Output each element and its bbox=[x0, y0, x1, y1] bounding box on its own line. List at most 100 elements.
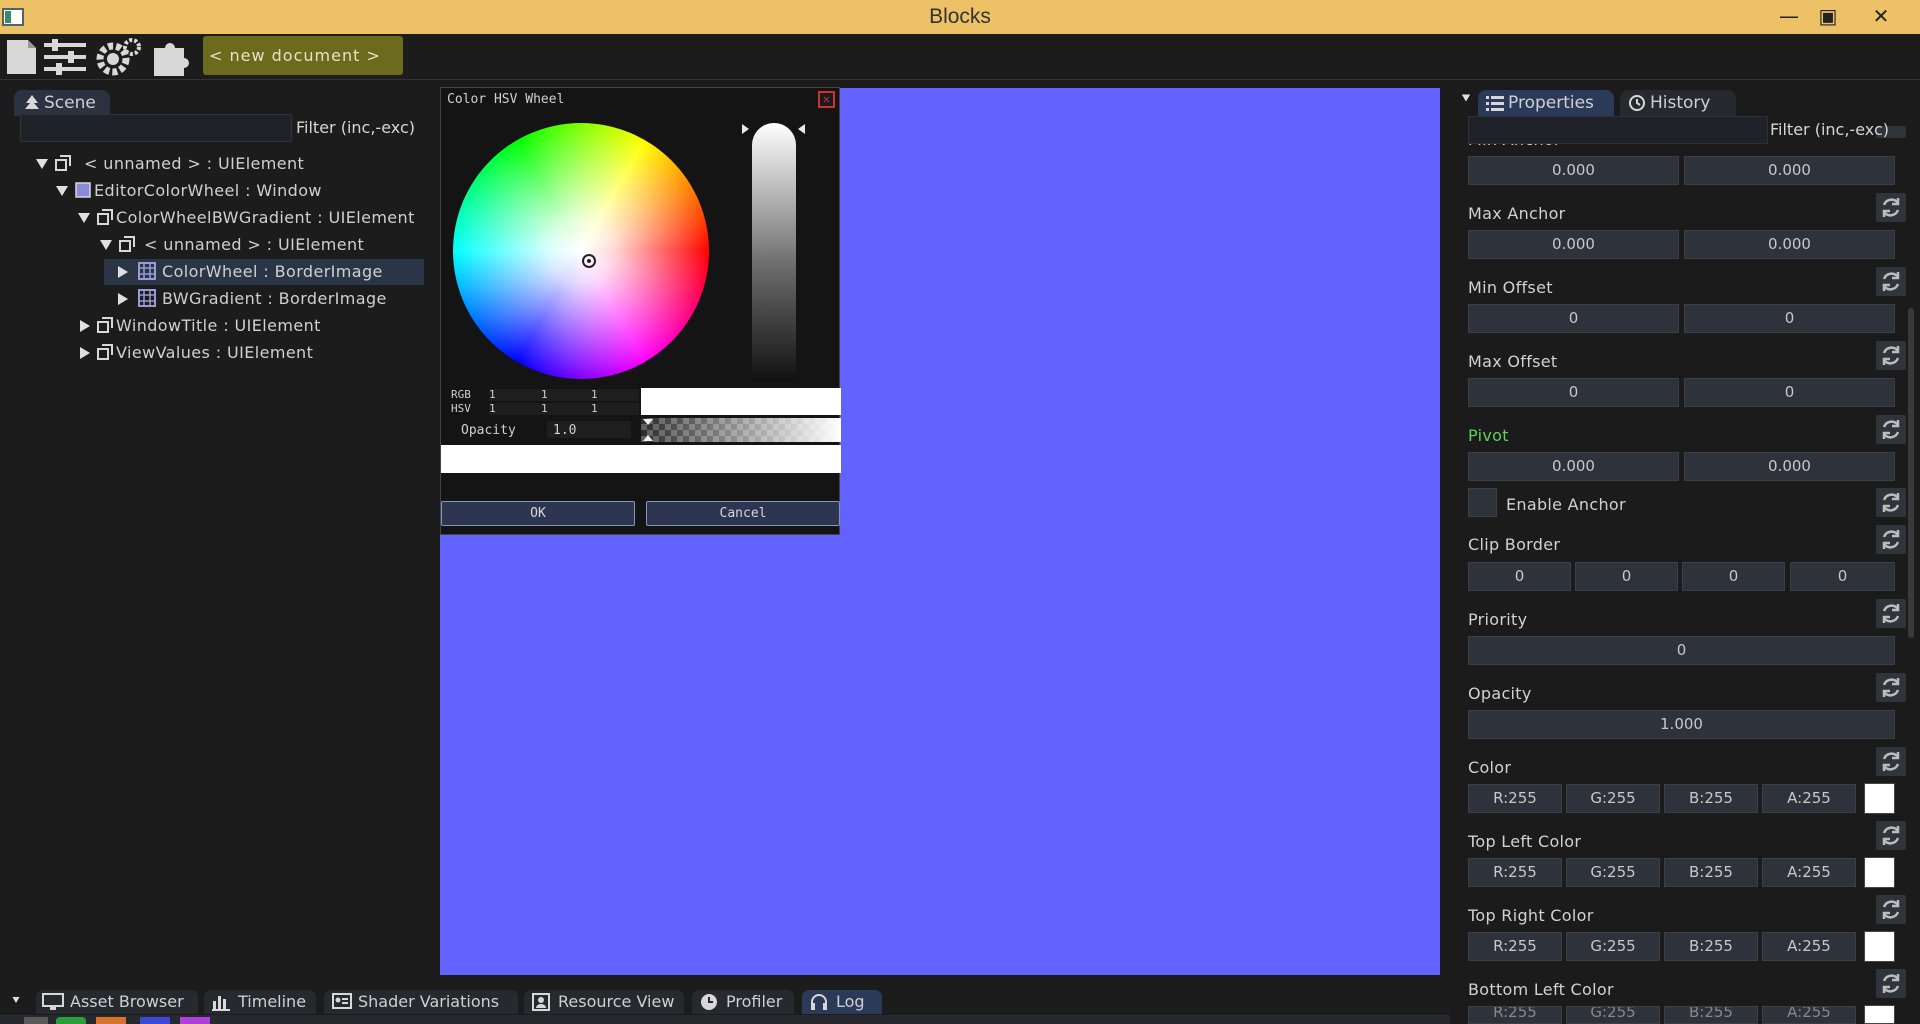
tab-scene[interactable]: Scene bbox=[14, 90, 110, 116]
refresh-icon[interactable] bbox=[1876, 969, 1906, 998]
tree-item-selected[interactable]: ColorWheel : BorderImage bbox=[104, 259, 424, 285]
rgb-r-value[interactable]: 1 bbox=[489, 388, 496, 401]
refresh-icon[interactable] bbox=[1876, 341, 1906, 370]
max-anchor-x-field[interactable]: 0.000 bbox=[1468, 230, 1679, 259]
min-offset-x-field[interactable]: 0 bbox=[1468, 304, 1679, 333]
max-anchor-y-field[interactable]: 0.000 bbox=[1684, 230, 1895, 259]
color-b-field[interactable]: B:255 bbox=[1664, 784, 1758, 813]
tree-item[interactable]: WindowTitle : UIElement bbox=[70, 313, 428, 339]
top-right-color-b-field[interactable]: B:255 bbox=[1664, 932, 1758, 961]
top-left-color-r-field[interactable]: R:255 bbox=[1468, 858, 1562, 887]
expand-arrow-icon[interactable] bbox=[78, 213, 90, 223]
scene-filter-input[interactable] bbox=[20, 114, 292, 142]
refresh-icon[interactable] bbox=[1876, 895, 1906, 924]
value-marker-right-icon[interactable] bbox=[798, 124, 805, 134]
document-button[interactable]: < new document > bbox=[203, 36, 403, 75]
min-offset-y-field[interactable]: 0 bbox=[1684, 304, 1895, 333]
priority-field[interactable]: 0 bbox=[1468, 636, 1895, 665]
tab-asset-browser[interactable]: Asset Browser bbox=[36, 990, 198, 1014]
color-a-field[interactable]: A:255 bbox=[1762, 784, 1856, 813]
debug-icon[interactable] bbox=[180, 1017, 210, 1024]
refresh-icon[interactable] bbox=[1876, 488, 1906, 517]
top-right-color-a-field[interactable]: A:255 bbox=[1762, 932, 1856, 961]
pivot-y-field[interactable]: 0.000 bbox=[1684, 452, 1895, 481]
expand-arrow-icon[interactable] bbox=[80, 320, 90, 332]
max-offset-x-field[interactable]: 0 bbox=[1468, 378, 1679, 407]
tree-item[interactable]: EditorColorWheel : Window bbox=[48, 178, 428, 204]
opacity-prop-field[interactable]: 1.000 bbox=[1468, 710, 1895, 739]
refresh-icon[interactable] bbox=[1876, 525, 1906, 554]
refresh-icon[interactable] bbox=[1876, 267, 1906, 296]
tree-item[interactable]: ViewValues : UIElement bbox=[70, 340, 428, 366]
top-left-color-swatch[interactable] bbox=[1864, 857, 1895, 888]
tab-properties[interactable]: Properties bbox=[1478, 90, 1614, 116]
bottom-left-color-swatch[interactable] bbox=[1864, 1005, 1895, 1024]
refresh-icon[interactable] bbox=[1876, 193, 1906, 222]
minimize-button[interactable]: — bbox=[1769, 0, 1809, 34]
max-offset-y-field[interactable]: 0 bbox=[1684, 378, 1895, 407]
tree-item[interactable]: ColorWheelBWGradient : UIElement bbox=[70, 205, 428, 231]
top-right-color-r-field[interactable]: R:255 bbox=[1468, 932, 1562, 961]
settings-gears-icon[interactable] bbox=[94, 36, 142, 78]
min-anchor-x-field[interactable]: 0.000 bbox=[1468, 156, 1679, 185]
top-left-color-a-field[interactable]: A:255 bbox=[1762, 858, 1856, 887]
dock-collapse-icon[interactable] bbox=[12, 997, 20, 1003]
plugin-icon[interactable] bbox=[148, 36, 196, 78]
opacity-input[interactable]: 1.0 bbox=[553, 423, 576, 438]
tab-timeline[interactable]: Timeline bbox=[204, 990, 316, 1014]
close-window-button[interactable]: ✕ bbox=[1861, 0, 1901, 34]
expand-arrow-icon[interactable] bbox=[118, 266, 128, 278]
tree-item[interactable]: BWGradient : BorderImage bbox=[104, 286, 424, 312]
clip-border-bottom-field[interactable]: 0 bbox=[1790, 562, 1895, 591]
refresh-icon[interactable] bbox=[1876, 673, 1906, 702]
clip-border-left-field[interactable]: 0 bbox=[1468, 562, 1571, 591]
sliders-icon[interactable] bbox=[42, 36, 90, 78]
ok-button[interactable]: OK bbox=[441, 501, 635, 526]
min-anchor-y-field[interactable]: 0.000 bbox=[1684, 156, 1895, 185]
properties-filter-input[interactable] bbox=[1468, 116, 1768, 144]
expand-arrow-icon[interactable] bbox=[100, 240, 112, 250]
clip-border-top-field[interactable]: 0 bbox=[1575, 562, 1678, 591]
triangle-icon[interactable] bbox=[24, 1017, 48, 1024]
wheel-cursor-icon[interactable] bbox=[582, 254, 596, 268]
close-icon[interactable]: ✕ bbox=[818, 91, 835, 108]
expand-arrow-icon[interactable] bbox=[80, 347, 90, 359]
top-right-color-swatch[interactable] bbox=[1864, 931, 1895, 962]
value-marker-left-icon[interactable] bbox=[742, 124, 749, 134]
tree-item[interactable]: < unnamed > : UIElement bbox=[28, 151, 428, 177]
tab-profiler[interactable]: Profiler bbox=[692, 990, 794, 1014]
color-swatch[interactable] bbox=[1864, 783, 1895, 814]
bottom-left-color-b-field[interactable]: B:255 bbox=[1664, 1006, 1758, 1024]
color-g-field[interactable]: G:255 bbox=[1566, 784, 1660, 813]
top-right-color-g-field[interactable]: G:255 bbox=[1566, 932, 1660, 961]
refresh-icon[interactable] bbox=[1876, 747, 1906, 776]
bottom-left-color-a-field[interactable]: A:255 bbox=[1762, 1006, 1856, 1024]
tab-log[interactable]: Log bbox=[802, 990, 882, 1014]
bottom-left-color-r-field[interactable]: R:255 bbox=[1468, 1006, 1562, 1024]
expand-arrow-icon[interactable] bbox=[118, 293, 128, 305]
refresh-icon[interactable] bbox=[1876, 415, 1906, 444]
opacity-marker-bottom-icon[interactable] bbox=[643, 435, 653, 441]
value-gradient-bar[interactable] bbox=[752, 123, 796, 381]
expand-arrow-icon[interactable] bbox=[56, 186, 68, 196]
opacity-gradient-bar[interactable] bbox=[641, 418, 841, 442]
tree-item[interactable]: < unnamed > : UIElement bbox=[92, 232, 428, 258]
tab-shader-variations[interactable]: Shader Variations bbox=[324, 990, 518, 1014]
hsv-s-value[interactable]: 1 bbox=[541, 402, 548, 415]
error-icon[interactable] bbox=[140, 1017, 170, 1024]
top-left-color-g-field[interactable]: G:255 bbox=[1566, 858, 1660, 887]
warning-icon[interactable] bbox=[96, 1017, 126, 1024]
enable-anchor-checkbox[interactable] bbox=[1468, 488, 1497, 517]
tab-history[interactable]: History bbox=[1620, 90, 1736, 116]
hsv-color-wheel[interactable] bbox=[453, 123, 709, 379]
clip-border-right-field[interactable]: 0 bbox=[1682, 562, 1785, 591]
rgb-g-value[interactable]: 1 bbox=[541, 388, 548, 401]
hsv-h-value[interactable]: 1 bbox=[489, 402, 496, 415]
refresh-icon[interactable] bbox=[1876, 821, 1906, 850]
pivot-x-field[interactable]: 0.000 bbox=[1468, 452, 1679, 481]
bottom-left-color-g-field[interactable]: G:255 bbox=[1566, 1006, 1660, 1024]
tab-resource-view[interactable]: Resource View bbox=[524, 990, 684, 1014]
opacity-marker-top-icon[interactable] bbox=[643, 419, 653, 425]
maximize-button[interactable]: ▣ bbox=[1808, 0, 1848, 34]
green-circle-icon[interactable] bbox=[56, 1017, 86, 1024]
